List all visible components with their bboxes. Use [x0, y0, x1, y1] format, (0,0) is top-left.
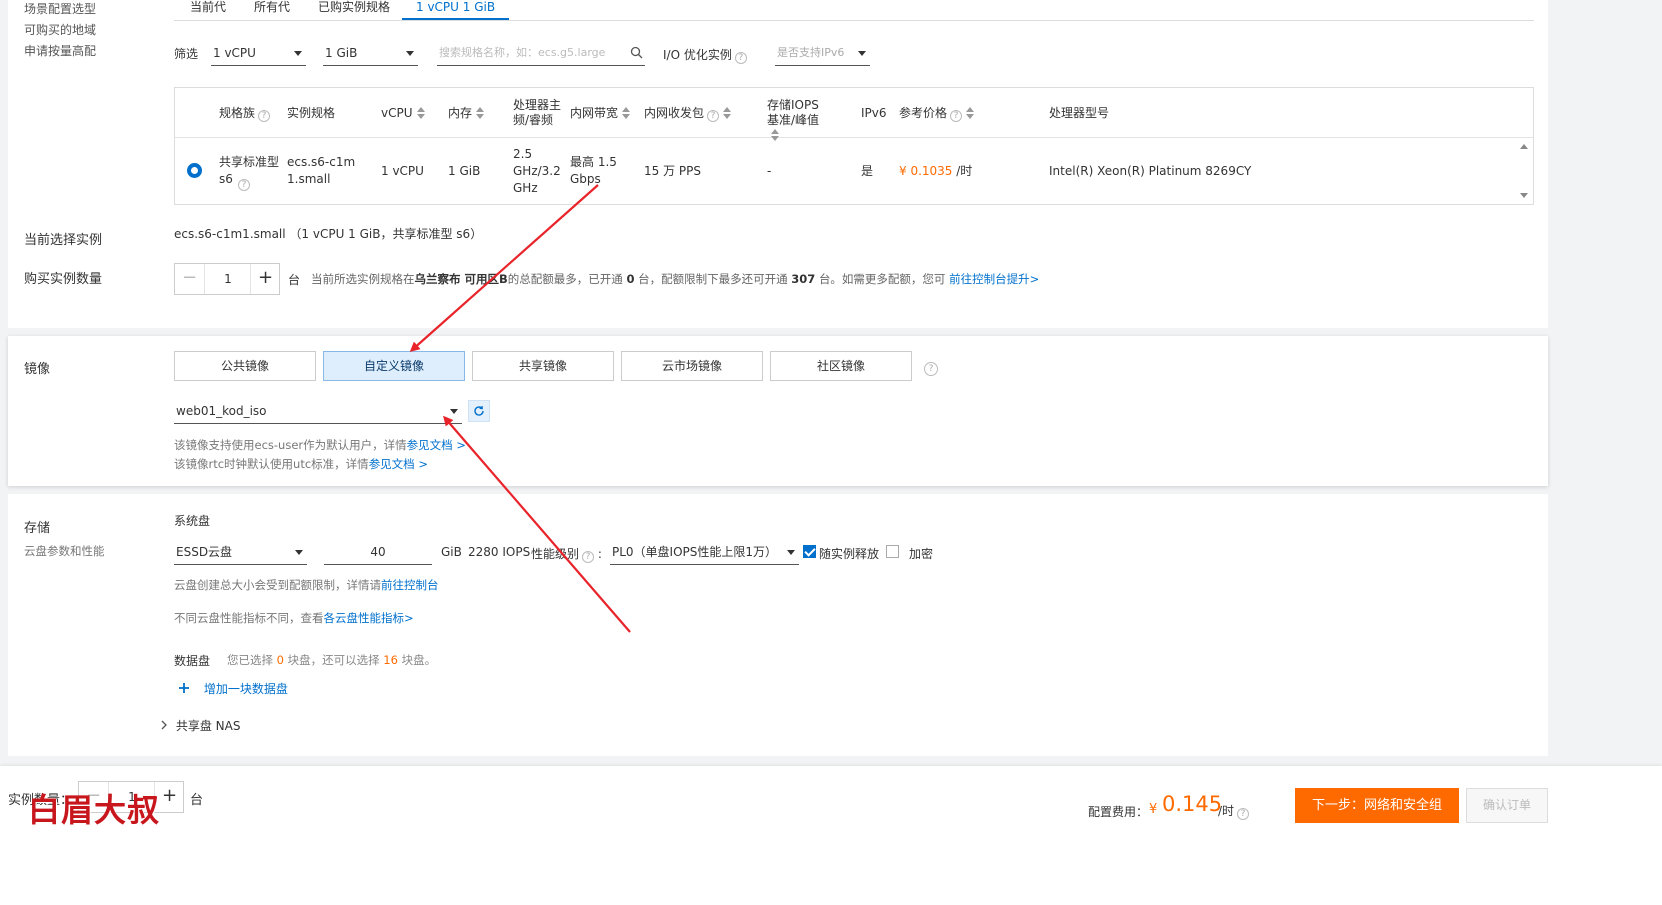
- annotation-arrows: [409, 184, 631, 633]
- annotation-arrow-to-image-select: [443, 415, 631, 633]
- annotation-arrow-to-custom-image: [409, 184, 599, 352]
